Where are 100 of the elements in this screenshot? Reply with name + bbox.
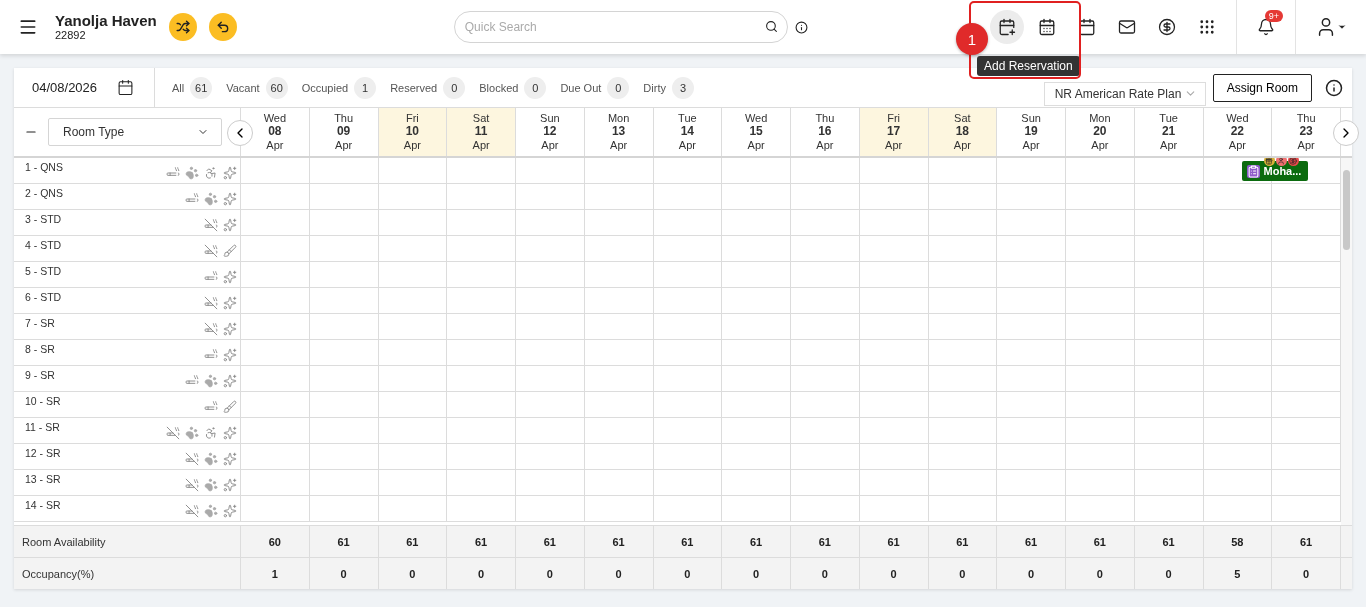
date-field[interactable]: 04/08/2026 [14,67,155,108]
room-name: 1 - QNS [25,161,63,175]
broom-icon [223,400,237,414]
summary-value: 0 [1134,558,1204,589]
sparkles-icon [223,426,237,440]
summary-value: 0 [378,558,448,589]
paw-icon [185,166,199,180]
bell-icon [1257,18,1275,36]
previous-button[interactable] [227,120,253,146]
room-name: 14 - SR [25,499,61,513]
summary-label: Occupancy(%) [14,558,241,589]
shuffle-button[interactable] [168,13,197,41]
sparkles-icon [223,270,237,284]
calendar-list-icon [1038,18,1056,36]
room-name: 11 - SR [25,421,60,435]
calendar-plus-icon [998,18,1016,36]
room-name: 5 - STD [25,265,62,279]
wheelchair-icon [204,426,218,440]
day-header: Sat 11 Apr [447,108,516,156]
property-name: Yanolja Haven [55,12,157,30]
day-header: Fri 17 Apr [859,108,929,156]
sparkles-icon [223,504,237,518]
undo-button[interactable] [208,13,237,41]
paw-icon [204,504,218,518]
calendar-plus-button[interactable] [990,10,1024,44]
no-smoking-icon [185,478,199,492]
rate-plan-dropdown[interactable]: NR American Rate Plan [1043,81,1206,106]
assign-room-button[interactable]: Assign Room [1212,73,1312,102]
status-filter[interactable]: Vacant 60 [226,76,288,99]
summary-value: 0 [1066,558,1135,589]
no-smoking-icon [185,504,199,518]
summary-value: 0 [516,558,585,589]
scrollbar[interactable] [1341,158,1352,525]
no-smoking-icon [185,452,199,466]
status-filter[interactable]: Occupied 1 [301,76,377,99]
paw-icon [204,478,218,492]
room-name: 7 - SR [25,317,55,331]
info-icon[interactable] [794,20,808,34]
room-name: 9 - SR [25,369,55,383]
no-smoking-icon [204,322,218,336]
summary-value: 0 [997,558,1066,589]
summary-value: 5 [1203,558,1273,589]
paw-icon [204,374,218,388]
summary-value: 0 [653,558,723,589]
status-filter[interactable]: Due Out 0 [560,76,630,99]
menu-icon [18,17,38,37]
summary-value: 0 [791,558,860,589]
sparkles-icon [223,322,237,336]
summary-value: 0 [309,558,379,589]
room-name: 6 - STD [25,291,62,305]
no-smoking-icon [166,426,180,440]
summary-value: 0 [584,558,654,589]
sparkles-icon [223,218,237,232]
bell-button[interactable]: 9+ [1249,10,1283,44]
room-name: 4 - STD [25,239,62,253]
mail-icon [1118,18,1136,36]
search-icon [764,20,778,33]
sparkles-icon [223,296,237,310]
paw-icon [185,426,199,440]
sparkles-icon [223,348,237,362]
summary-value: 0 [928,558,998,589]
reservation-bar[interactable]: Moha... [1241,161,1308,181]
payment-icon [1287,158,1299,166]
sparkles-icon [223,478,237,492]
no-smoking-icon [204,218,218,232]
apps-grid-icon [1198,18,1216,36]
room-name: 8 - SR [25,343,55,357]
no-smoking-icon [204,296,218,310]
tooltip: Add Reservation [977,56,1080,76]
dollar-icon [1158,18,1176,36]
room-name: 13 - SR [25,473,61,487]
guest-icon [1275,158,1287,166]
property-code: 22892 [55,29,87,42]
status-filter[interactable]: Reserved 0 [390,76,466,99]
room-name: 3 - STD [25,213,62,227]
calendar-icon [117,79,134,96]
group-by-dropdown[interactable]: Room Type [48,118,222,146]
status-filter[interactable]: Blocked 0 [479,76,547,99]
caret-icon [1337,22,1347,32]
search-field[interactable]: Quick Search [453,11,788,43]
room-name: 2 - QNS [25,187,63,201]
summary-value: 0 [859,558,929,589]
day-header: Fri 10 Apr [378,108,448,156]
status-filter[interactable]: Dirty 3 [643,76,694,99]
gift-icon [1263,158,1275,166]
no-smoking-icon [204,244,218,258]
summary-value: 0 [447,558,516,589]
sparkles-icon [223,374,237,388]
info-icon[interactable] [1325,78,1343,97]
room-name: 10 - SR [25,395,61,409]
shuffle-icon [175,20,190,34]
summary-value: 0 [722,558,791,589]
calendar-icon [1078,18,1096,36]
paw-icon [204,452,218,466]
day-header: Sat 18 Apr [928,108,998,156]
sparkles-icon [223,452,237,466]
summary-value: 1 [241,558,310,589]
sparkles-icon [223,192,237,206]
summary-value: 0 [1272,558,1341,589]
room-name: 12 - SR [25,447,61,461]
